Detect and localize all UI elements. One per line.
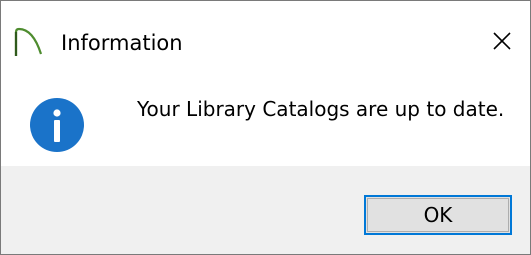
dialog-title: Information <box>61 31 183 55</box>
message-area: Your Library Catalogs are up to date. <box>1 81 530 166</box>
close-button[interactable] <box>484 25 520 61</box>
button-bar: OK <box>1 166 530 254</box>
arch-logo-icon <box>13 27 43 57</box>
ok-button[interactable]: OK <box>364 195 512 235</box>
info-icon <box>29 97 85 153</box>
information-dialog: Information Your Library Catalogs are up… <box>0 0 531 255</box>
message-text: Your Library Catalogs are up to date. <box>137 97 505 121</box>
title-bar[interactable]: Information <box>1 1 530 81</box>
ok-button-label: OK <box>423 203 453 227</box>
close-icon <box>492 31 512 55</box>
